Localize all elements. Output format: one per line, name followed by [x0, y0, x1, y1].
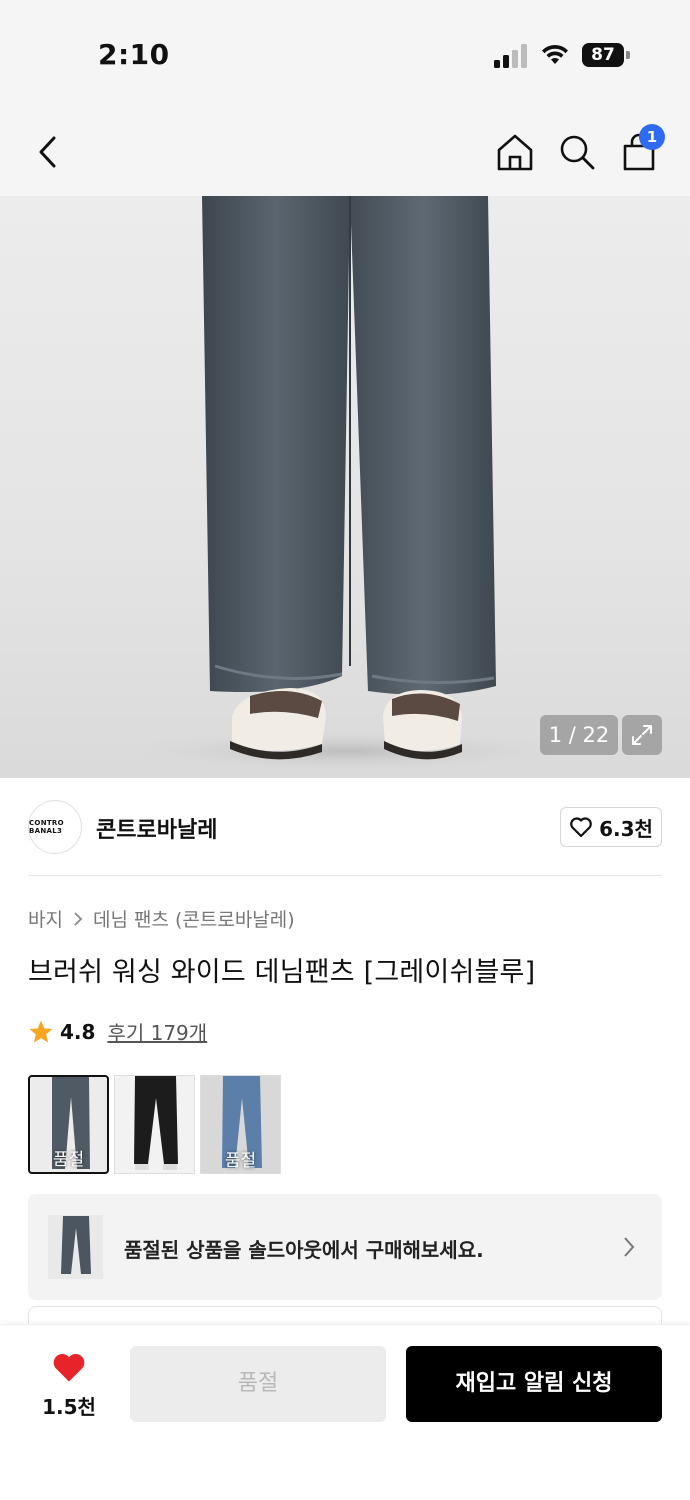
brand-like-button[interactable]: 6.3천: [560, 807, 662, 847]
divider: [28, 875, 662, 876]
restock-alert-button[interactable]: 재입고 알림 신청: [406, 1346, 662, 1422]
review-count-link[interactable]: 후기 179개: [107, 1017, 207, 1046]
breadcrumb-item-subcategory[interactable]: 데님 팬츠 (콘트로바날레): [93, 905, 295, 932]
brand-name[interactable]: 콘트로바날레: [96, 812, 217, 844]
product-image[interactable]: [0, 196, 690, 778]
top-navigation: 1: [0, 110, 690, 196]
brand-like-count: 6.3천: [599, 816, 653, 841]
brand-logo[interactable]: CONTRO BANAL3: [28, 800, 82, 854]
brand-logo-text: CONTRO BANAL3: [29, 819, 64, 835]
cellular-signal-icon: [494, 44, 527, 68]
brand-row: CONTRO BANAL3 콘트로바날레 6.3천: [28, 800, 662, 856]
star-icon: [29, 1020, 53, 1043]
soldout-button: 품절: [130, 1346, 386, 1422]
search-icon: [560, 135, 595, 170]
cart-count-badge: 1: [639, 124, 665, 150]
rating-row: 4.8 후기 179개: [28, 1017, 207, 1046]
swatch-black[interactable]: [114, 1075, 195, 1174]
image-counter: 1 / 22: [540, 715, 618, 755]
bottom-action-bar: 1.5천 품절 재입고 알림 신청: [0, 1324, 690, 1500]
heart-filled-icon: [53, 1353, 85, 1382]
home-button[interactable]: [493, 130, 537, 174]
banner-product-thumbnail: [48, 1215, 103, 1279]
chevron-right-icon: [74, 911, 83, 926]
status-time: 2:10: [98, 38, 170, 71]
rating-value: 4.8: [60, 1019, 96, 1044]
product-title: 브러쉬 워싱 와이드 데님팬츠 [그레이쉬블루]: [28, 957, 536, 988]
swatch-soldout-label: 품절: [52, 1150, 85, 1170]
swatch-grayish-blue[interactable]: 품절: [28, 1075, 109, 1174]
battery-level: 87: [582, 43, 624, 67]
back-arrow-icon: [39, 136, 56, 168]
breadcrumb: 바지 데님 팬츠 (콘트로바날레): [28, 905, 295, 932]
soldout-marketplace-banner[interactable]: 품절된 상품을 솔드아웃에서 구매해보세요.: [28, 1194, 662, 1300]
banner-jeans-image: [60, 1216, 91, 1274]
search-button[interactable]: [555, 130, 599, 174]
chevron-right-icon: [624, 1237, 635, 1257]
breadcrumb-item-category[interactable]: 바지: [28, 905, 63, 932]
wish-button[interactable]: 1.5천: [34, 1351, 104, 1420]
color-swatches: 품절 품절: [28, 1075, 281, 1174]
banner-text: 품절된 상품을 솔드아웃에서 구매해보세요.: [124, 1238, 484, 1262]
battery-icon: 87: [582, 43, 630, 67]
product-photo: [115, 196, 575, 773]
expand-icon: [632, 725, 652, 745]
wish-count: 1.5천: [42, 1395, 96, 1419]
swatch-soldout-label: 품절: [224, 1151, 257, 1171]
home-icon: [497, 134, 533, 171]
expand-image-button[interactable]: [622, 715, 662, 755]
swatch-thumbnail: [134, 1076, 178, 1170]
status-bar: 2:10 87: [0, 0, 690, 110]
back-button[interactable]: [26, 130, 70, 174]
heart-outline-icon: [570, 817, 592, 838]
cart-button[interactable]: 1: [617, 124, 665, 174]
swatch-blue[interactable]: 품절: [200, 1075, 281, 1174]
wifi-icon: [542, 44, 568, 64]
